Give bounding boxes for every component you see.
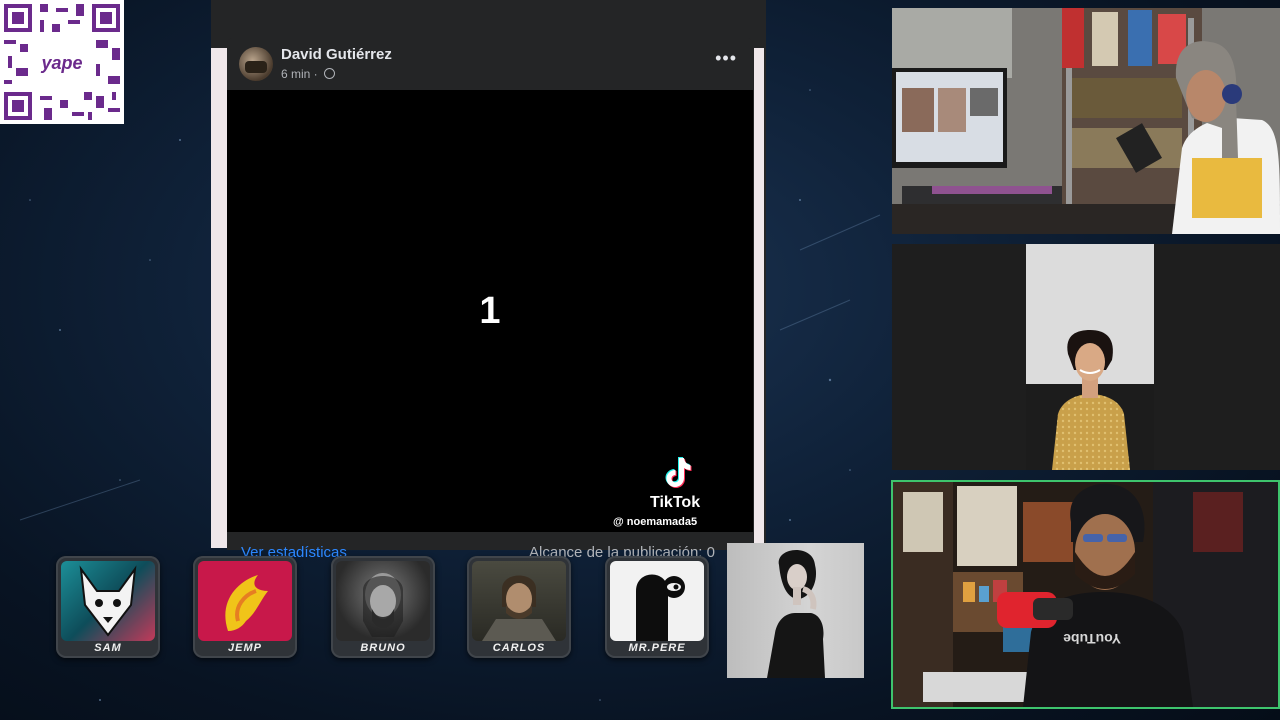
post-author[interactable]: David Gutiérrez: [281, 46, 392, 63]
player-avatar: [61, 561, 155, 641]
player-badge-carlos: CARLOS: [467, 556, 571, 658]
globe-icon: [324, 68, 336, 79]
tiktok-logo-icon: [665, 457, 692, 488]
player-avatar: [472, 561, 566, 641]
svg-text:YouTube: YouTube: [1063, 631, 1121, 647]
facebook-post: David Gutiérrez 6 min · ••• 1 TikTok @ n…: [227, 38, 753, 561]
webcam-guest-2: [892, 244, 1280, 470]
player-avatar: [610, 561, 704, 641]
webcam-host-1: [892, 8, 1280, 234]
post-time[interactable]: 6 min: [281, 67, 310, 81]
player-avatar: [336, 561, 430, 641]
author-avatar[interactable]: [239, 47, 273, 81]
tiktok-username: @ noemamada5: [613, 516, 698, 528]
tiktok-watermark: TikTok: [650, 494, 701, 511]
video-countdown: 1: [479, 290, 501, 332]
player-avatar: [198, 561, 292, 641]
post-video[interactable]: 1 TikTok @ noemamada5: [227, 90, 753, 532]
player-name: CARLOS: [492, 642, 546, 654]
yape-qr-code: yape: [0, 0, 124, 124]
player-name: BRUNO: [360, 642, 406, 654]
player-badge-sam: SAM: [56, 556, 160, 658]
player-name: MR.PERE: [628, 642, 686, 654]
yape-logo-text: yape: [40, 53, 82, 73]
guest-photo: [727, 543, 864, 678]
player-badge-bruno: BRUNO: [331, 556, 435, 658]
post-meta: 6 min ·: [281, 67, 336, 81]
player-name: SAM: [94, 642, 122, 654]
player-name: JEMP: [228, 642, 262, 654]
qr-code-icon: yape: [0, 0, 124, 124]
player-badge-jemp: JEMP: [193, 556, 297, 658]
more-options-icon[interactable]: •••: [715, 48, 737, 69]
player-badge-mr-pere: MR.PERE: [605, 556, 709, 658]
webcam-host-3: YouTube: [891, 480, 1280, 709]
